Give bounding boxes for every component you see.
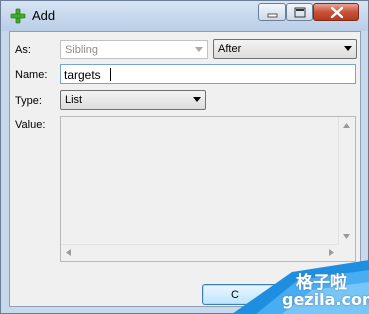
- minimize-button[interactable]: [258, 3, 286, 21]
- text-caret: [110, 68, 111, 81]
- chevron-down-icon: [344, 46, 352, 51]
- maximize-button[interactable]: [286, 3, 313, 21]
- name-input[interactable]: targets: [60, 64, 356, 84]
- minimize-icon: [267, 13, 278, 18]
- position-dropdown[interactable]: After: [213, 39, 357, 59]
- chevron-down-icon: [193, 97, 201, 102]
- type-value: List: [65, 94, 83, 106]
- close-button[interactable]: [313, 3, 359, 21]
- window-title: Add: [32, 8, 56, 23]
- name-label: Name:: [15, 69, 48, 81]
- position-value: After: [218, 43, 242, 55]
- scroll-down-icon[interactable]: [343, 234, 350, 239]
- type-label: Type:: [15, 95, 42, 107]
- value-textarea[interactable]: [60, 116, 356, 262]
- title-bar[interactable]: Add: [1, 1, 368, 31]
- type-dropdown[interactable]: List: [60, 90, 206, 110]
- vertical-scrollbar[interactable]: [338, 117, 355, 245]
- name-value: targets: [64, 68, 101, 82]
- value-label: Value:: [15, 119, 46, 131]
- as-label: As:: [15, 44, 31, 56]
- close-icon: [330, 6, 344, 19]
- scroll-left-icon[interactable]: [66, 249, 71, 256]
- green-plus-icon: [10, 8, 26, 24]
- scroll-up-icon[interactable]: [343, 123, 350, 128]
- relation-dropdown[interactable]: Sibling: [60, 40, 208, 59]
- chevron-down-icon: [195, 47, 203, 52]
- maximize-icon: [294, 7, 306, 18]
- relation-value: Sibling: [65, 44, 99, 56]
- scroll-right-icon[interactable]: [329, 249, 334, 256]
- watermark-text-en: gezila.com: [282, 290, 369, 309]
